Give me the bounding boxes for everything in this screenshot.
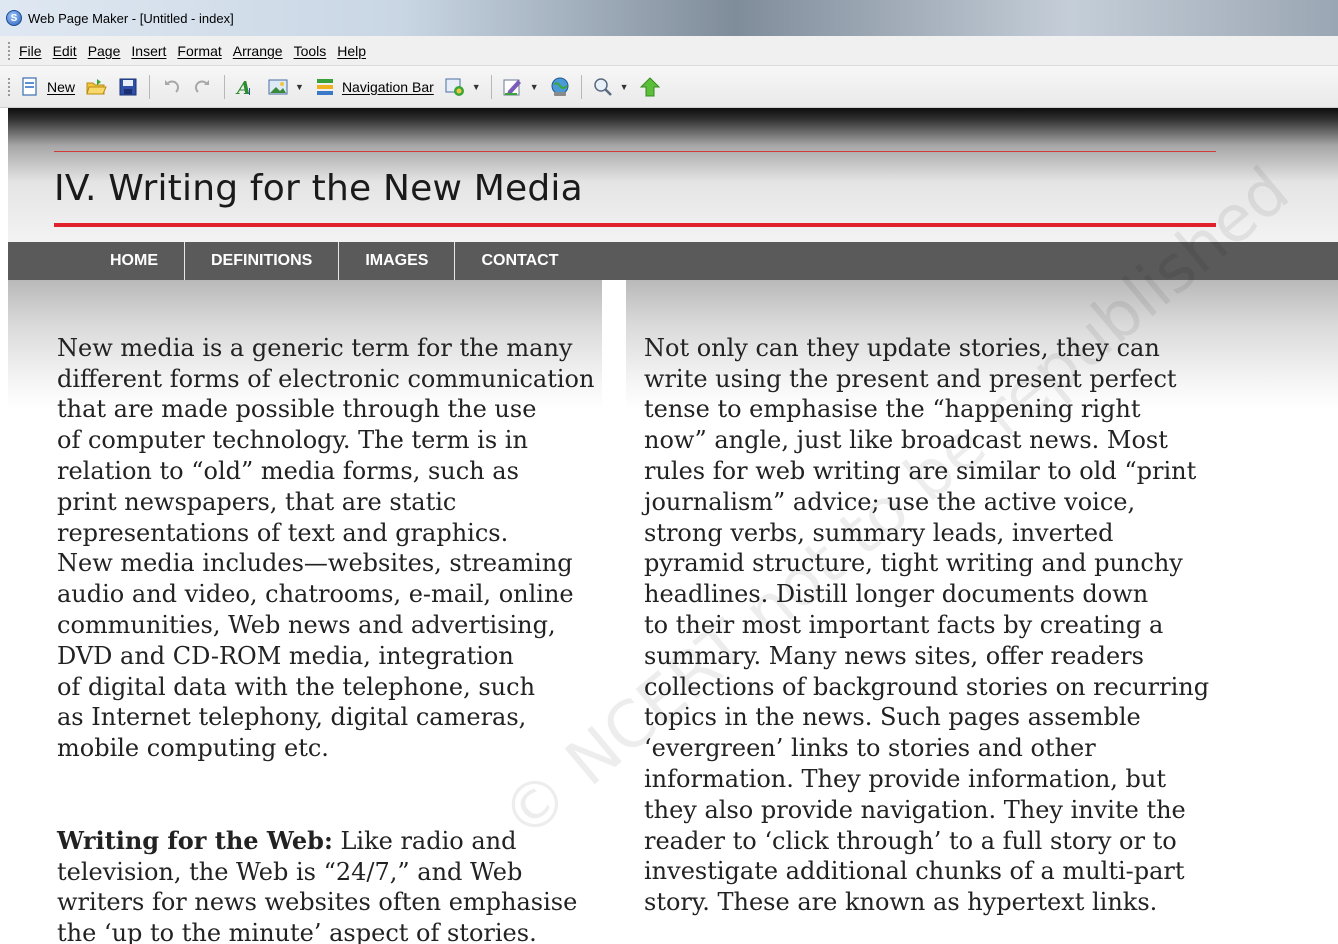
toolbar-separator	[149, 74, 151, 99]
open-button[interactable]	[85, 73, 107, 101]
menu-page[interactable]: Page	[88, 43, 121, 59]
writing-for-web-paragraph: Writing for the Web: Like radio and tele…	[57, 826, 597, 944]
toolbar-separator	[580, 74, 582, 99]
redo-button[interactable]	[192, 73, 214, 101]
toolbar-grip-handle[interactable]	[8, 77, 11, 96]
navigation-bar-icon	[314, 76, 336, 98]
intro-paragraph: New media is a generic term for the many…	[57, 333, 595, 763]
page-canvas[interactable]: IV. Writing for the New Media HOME DEFIN…	[8, 108, 1338, 944]
menu-edit[interactable]: Edit	[53, 43, 77, 59]
column-divider	[602, 280, 626, 410]
chevron-down-icon[interactable]: ▼	[620, 82, 629, 92]
menu-help[interactable]: Help	[337, 43, 366, 59]
menu-bar: File Edit Page Insert Format Arrange Too…	[0, 36, 1338, 66]
save-icon	[117, 76, 139, 98]
toolbar: New AI ▼ Navigation Bar ▼ ▼ ▼	[0, 66, 1338, 108]
new-button[interactable]: New	[19, 73, 75, 101]
menu-format[interactable]: Format	[177, 43, 221, 59]
edit-icon	[502, 76, 524, 98]
zoom-button[interactable]: ▼	[592, 73, 629, 101]
toolbar-separator	[490, 74, 492, 99]
zoom-icon	[592, 76, 614, 98]
insert-shape-button[interactable]: ▼	[444, 73, 481, 101]
menu-file[interactable]: File	[19, 43, 42, 59]
new-button-label: New	[47, 78, 76, 95]
navigation-bar-label: Navigation Bar	[341, 78, 434, 95]
site-navigation-bar: HOME DEFINITIONS IMAGES CONTACT	[8, 242, 1338, 280]
menu-tools[interactable]: Tools	[294, 43, 327, 59]
new-page-icon	[19, 76, 41, 98]
insert-image-button[interactable]: ▼	[267, 73, 304, 101]
right-column: Not only can they update stories, they c…	[644, 302, 1214, 944]
web-writing-paragraph: Not only can they update stories, they c…	[644, 333, 1210, 917]
globe-publish-icon	[549, 76, 571, 98]
chevron-down-icon[interactable]: ▼	[530, 82, 539, 92]
writing-for-web-heading: Writing for the Web:	[57, 825, 333, 855]
chevron-down-icon[interactable]: ▼	[472, 82, 481, 92]
toolbar-separator	[224, 74, 226, 99]
insert-text-button[interactable]: AI	[235, 73, 257, 101]
left-column: New media is a generic term for the many…	[57, 302, 597, 944]
header-rule-thick	[54, 223, 1216, 227]
chevron-down-icon[interactable]: ▼	[295, 82, 304, 92]
text-icon: AI	[235, 76, 257, 99]
page-title: IV. Writing for the New Media	[54, 168, 583, 209]
move-up-button[interactable]	[639, 73, 661, 101]
header-rule-thin	[54, 151, 1216, 152]
window-title-bar: S Web Page Maker - [Untitled - index]	[0, 0, 1338, 36]
navigation-bar-button[interactable]: Navigation Bar	[314, 73, 434, 101]
menu-insert[interactable]: Insert	[131, 43, 166, 59]
undo-button[interactable]	[160, 73, 182, 101]
app-icon[interactable]: S	[6, 10, 22, 26]
menu-grip-handle[interactable]	[8, 41, 11, 60]
nav-item-images[interactable]: IMAGES	[339, 242, 456, 280]
image-icon	[267, 76, 289, 98]
menu-arrange[interactable]: Arrange	[233, 43, 283, 59]
nav-item-contact[interactable]: CONTACT	[455, 242, 584, 280]
edit-button[interactable]: ▼	[502, 73, 539, 101]
undo-icon	[160, 76, 182, 98]
shape-icon	[444, 76, 466, 98]
nav-item-home[interactable]: HOME	[84, 242, 185, 280]
publish-button[interactable]	[549, 73, 571, 101]
save-button[interactable]	[117, 73, 139, 101]
svg-text:I: I	[248, 87, 251, 98]
nav-item-definitions[interactable]: DEFINITIONS	[185, 242, 340, 280]
redo-icon	[192, 76, 214, 98]
window-title: Web Page Maker - [Untitled - index]	[28, 10, 234, 26]
up-arrow-icon	[639, 76, 661, 98]
open-folder-icon	[85, 76, 107, 98]
